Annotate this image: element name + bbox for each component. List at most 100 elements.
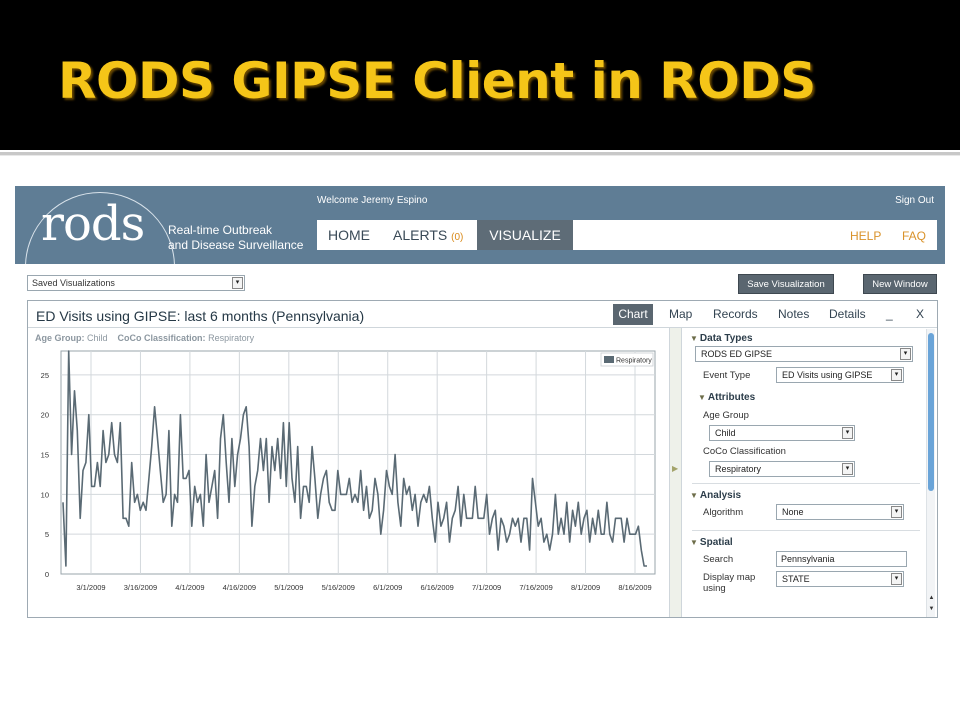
y-tick-label: 20 bbox=[41, 411, 49, 420]
section-attributes-label: Attributes bbox=[707, 392, 756, 403]
x-tick-label: 8/16/2009 bbox=[618, 583, 651, 592]
visualization-panel: ED Visits using GIPSE: last 6 months (Pe… bbox=[27, 300, 938, 618]
x-tick-label: 6/1/2009 bbox=[373, 583, 402, 592]
saved-visualizations-value: Saved Visualizations bbox=[32, 278, 115, 288]
tab-chart[interactable]: Chart bbox=[613, 304, 653, 325]
nav-alerts-label: ALERTS bbox=[393, 227, 448, 243]
settings-sidebar: ▼ Data Types RODS ED GIPSE ▾ Event Type ED… bbox=[688, 331, 920, 616]
panel-divider bbox=[28, 327, 937, 328]
minimize-button[interactable]: _ bbox=[886, 304, 893, 325]
chevron-down-icon[interactable]: ▾ bbox=[900, 348, 911, 360]
x-tick-label: 7/1/2009 bbox=[472, 583, 501, 592]
coco-classification-select[interactable]: Respiratory ▾ bbox=[709, 461, 855, 477]
nav-home[interactable]: HOME bbox=[328, 220, 370, 250]
x-tick-label: 4/16/2009 bbox=[223, 583, 256, 592]
section-analysis[interactable]: ▼ Analysis bbox=[690, 490, 741, 501]
nav-alerts[interactable]: ALERTS (0) bbox=[393, 220, 463, 250]
event-type-select[interactable]: ED Visits using GIPSE ▾ bbox=[776, 367, 904, 383]
event-type-value: ED Visits using GIPSE bbox=[782, 370, 873, 380]
chevron-down-icon[interactable]: ▾ bbox=[232, 277, 243, 289]
data-source-value: RODS ED GIPSE bbox=[701, 349, 773, 359]
section-spatial[interactable]: ▼ Spatial bbox=[690, 537, 733, 548]
tagline-line-2: and Disease Surveillance bbox=[168, 238, 304, 252]
tagline-line-1: Real-time Outbreak bbox=[168, 223, 273, 237]
data-source-select[interactable]: RODS ED GIPSE ▾ bbox=[695, 346, 913, 362]
age-group-value: Child bbox=[715, 428, 736, 438]
search-label: Search bbox=[703, 554, 734, 565]
scrollbar-thumb[interactable] bbox=[928, 333, 934, 491]
tab-details[interactable]: Details bbox=[829, 304, 866, 325]
age-group-select[interactable]: Child ▾ bbox=[709, 425, 855, 441]
save-visualization-button[interactable]: Save Visualization bbox=[738, 274, 834, 294]
legend-swatch bbox=[604, 356, 614, 363]
spatial-search-input[interactable]: Pennsylvania bbox=[776, 551, 907, 567]
slide-title: RODS GIPSE Client in RODS bbox=[58, 52, 816, 110]
nav-help[interactable]: HELP bbox=[850, 221, 881, 251]
x-tick-label: 6/16/2009 bbox=[420, 583, 453, 592]
x-tick-label: 3/1/2009 bbox=[76, 583, 105, 592]
chevron-down-icon[interactable]: ▾ bbox=[842, 463, 853, 475]
tab-map[interactable]: Map bbox=[669, 304, 692, 325]
algorithm-select[interactable]: None ▾ bbox=[776, 504, 904, 520]
display-map-label-line-2: using bbox=[703, 583, 726, 594]
x-tick-label: 7/16/2009 bbox=[519, 583, 552, 592]
nav-faq[interactable]: FAQ bbox=[902, 221, 926, 251]
app-header: rods Real-time Outbreak and Disease Surv… bbox=[15, 186, 945, 264]
section-data-types[interactable]: ▼ Data Types bbox=[690, 333, 753, 344]
slide-divider bbox=[0, 152, 960, 156]
section-data-types-label: Data Types bbox=[699, 333, 753, 344]
chevron-down-icon[interactable]: ▾ bbox=[842, 427, 853, 439]
tab-records[interactable]: Records bbox=[713, 304, 758, 325]
display-map-label: Display map using bbox=[703, 572, 755, 594]
section-attributes[interactable]: ▼ Attributes bbox=[698, 392, 755, 403]
chevron-down-icon[interactable]: ▾ bbox=[891, 506, 902, 518]
panel-splitter[interactable]: ▶ bbox=[669, 328, 682, 617]
coco-classification-value: Respiratory bbox=[715, 464, 762, 474]
tab-notes[interactable]: Notes bbox=[778, 304, 809, 325]
caret-down-icon: ▼ bbox=[690, 334, 698, 343]
filter-coco-value: Respiratory bbox=[208, 333, 255, 343]
y-tick-label: 15 bbox=[41, 451, 49, 460]
y-tick-label: 10 bbox=[41, 490, 49, 499]
section-divider bbox=[692, 530, 920, 531]
chevron-down-icon[interactable]: ▾ bbox=[891, 573, 902, 585]
age-group-label: Age Group bbox=[703, 410, 749, 421]
scroll-down-icon[interactable]: ▼ bbox=[927, 606, 936, 612]
main-nav: HOME ALERTS (0) VISUALIZE HELP FAQ bbox=[317, 220, 937, 250]
caret-down-icon: ▼ bbox=[690, 491, 698, 500]
panel-tabs: Chart Map Records Notes Details _ X bbox=[613, 304, 933, 325]
coco-classification-label: CoCo Classification bbox=[703, 446, 786, 457]
sidebar-scrollbar[interactable]: ▲ ▼ bbox=[926, 329, 935, 617]
filter-age-value: Child bbox=[87, 333, 108, 343]
chevron-right-icon[interactable]: ▶ bbox=[672, 464, 678, 473]
display-map-value: STATE bbox=[782, 574, 810, 584]
rods-logo[interactable]: rods bbox=[41, 196, 145, 252]
filter-coco-label: CoCo Classification: bbox=[117, 333, 206, 343]
close-button[interactable]: X bbox=[916, 304, 924, 325]
event-type-label: Event Type bbox=[703, 370, 751, 381]
y-tick-label: 0 bbox=[45, 570, 49, 579]
y-tick-label: 25 bbox=[41, 371, 49, 380]
x-tick-label: 4/1/2009 bbox=[175, 583, 204, 592]
legend-label: Respiratory bbox=[616, 358, 652, 365]
section-divider bbox=[692, 483, 920, 484]
scroll-up-icon[interactable]: ▲ bbox=[927, 595, 936, 601]
section-analysis-label: Analysis bbox=[699, 490, 742, 501]
x-tick-label: 8/1/2009 bbox=[571, 583, 600, 592]
nav-visualize[interactable]: VISUALIZE bbox=[477, 220, 573, 250]
filter-age-label: Age Group: bbox=[35, 333, 85, 343]
chevron-down-icon[interactable]: ▾ bbox=[891, 369, 902, 381]
logo-tagline: Real-time Outbreak and Disease Surveilla… bbox=[168, 223, 303, 253]
y-tick-label: 5 bbox=[45, 530, 49, 539]
time-series-chart: 3/1/2009 3/16/2009 4/1/2009 4/16/2009 5/1/20… bbox=[28, 343, 678, 618]
new-window-button[interactable]: New Window bbox=[863, 274, 937, 294]
saved-visualizations-select[interactable]: Saved Visualizations ▾ bbox=[27, 275, 245, 291]
caret-down-icon: ▼ bbox=[698, 393, 706, 402]
x-tick-label: 3/16/2009 bbox=[124, 583, 157, 592]
welcome-message: Welcome Jeremy Espino bbox=[317, 195, 428, 206]
sign-out-link[interactable]: Sign Out bbox=[895, 195, 934, 206]
display-map-select[interactable]: STATE ▾ bbox=[776, 571, 904, 587]
panel-title: ED Visits using GIPSE: last 6 months (Pe… bbox=[36, 308, 365, 324]
chart-svg: 3/1/2009 3/16/2009 4/1/2009 4/16/2009 5/1/20… bbox=[41, 350, 656, 592]
display-map-label-line-1: Display map bbox=[703, 572, 756, 583]
